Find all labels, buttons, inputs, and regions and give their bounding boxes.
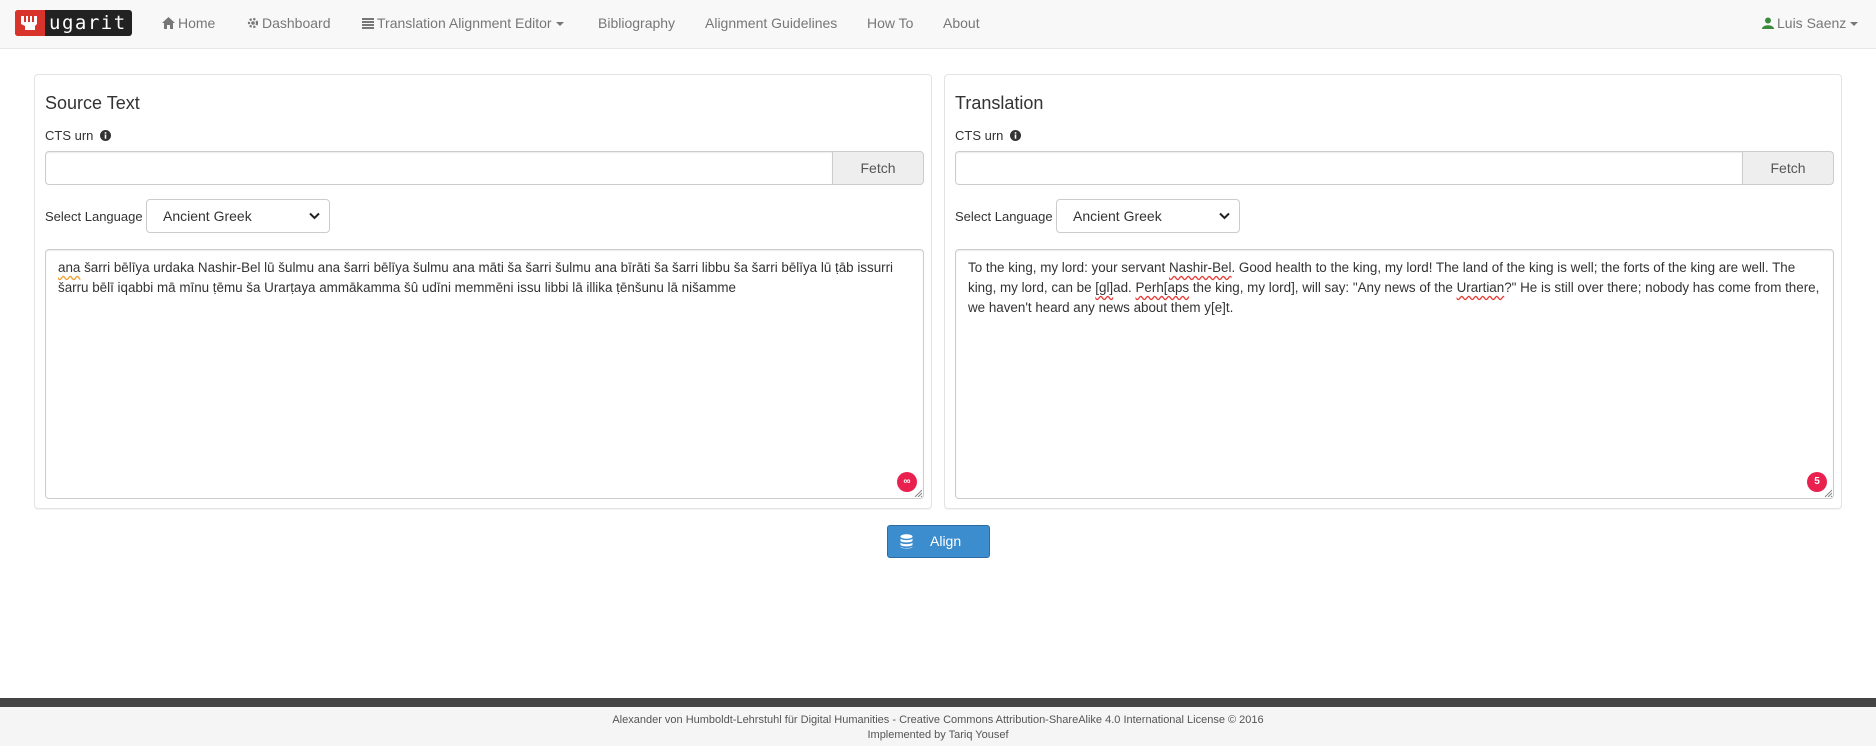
footer: Alexander von Humboldt-Lehrstuhl für Dig…	[0, 707, 1876, 746]
ugarit-glyph-icon	[21, 16, 37, 30]
source-urn-input[interactable]	[45, 151, 833, 185]
nav-translation-alignment-editor[interactable]: Translation Alignment Editor	[362, 0, 564, 46]
translation-panel: Translation CTS urn Fetch Select Languag…	[944, 74, 1842, 509]
database-icon	[900, 534, 913, 549]
nav-alignment-guidelines[interactable]: Alignment Guidelines	[705, 0, 837, 46]
source-language-select[interactable]: Ancient Greek	[146, 199, 330, 233]
translation-language-label: Select Language	[955, 209, 1053, 224]
align-button-label: Align	[930, 533, 962, 549]
translation-text-part: To the king, my lord: your servant	[968, 260, 1169, 275]
nav-translation-alignment-editor-label: Translation Alignment Editor	[377, 15, 552, 31]
ugarit-logo-mark	[15, 10, 45, 36]
translation-text-part: ad.	[1113, 280, 1136, 295]
chevron-down-icon	[309, 212, 320, 220]
ugarit-logo[interactable]: ugarit	[15, 10, 132, 36]
nav-bibliography[interactable]: Bibliography	[598, 0, 675, 46]
translation-urn-input[interactable]	[955, 151, 1743, 185]
user-icon	[1762, 17, 1774, 29]
nav-how-to[interactable]: How To	[867, 0, 913, 46]
source-urn-label-text: CTS urn	[45, 128, 94, 143]
footer-credit: Implemented by Tariq Yousef	[867, 729, 1009, 741]
chevron-down-icon	[1219, 212, 1230, 220]
resize-handle-icon[interactable]	[914, 489, 922, 497]
translation-urn-label: CTS urn	[955, 128, 1022, 143]
logo-text: ugarit	[49, 12, 127, 34]
top-navbar: ugarit Home Dashboard Translation Alignm…	[0, 0, 1876, 49]
footer-divider	[0, 698, 1876, 707]
nav-home-label: Home	[178, 15, 216, 31]
translation-fetch-button[interactable]: Fetch	[1742, 151, 1834, 185]
translation-language-value: Ancient Greek	[1073, 208, 1162, 224]
nav-alignment-guidelines-label: Alignment Guidelines	[705, 15, 838, 31]
translation-urn-label-text: CTS urn	[955, 128, 1004, 143]
user-menu[interactable]: Luis Saenz	[1762, 0, 1859, 46]
translation-text-misspelled: Nashir-Bel	[1168, 260, 1232, 275]
translation-text-area[interactable]: To the king, my lord: your servant Nashi…	[955, 249, 1834, 499]
nav-about[interactable]: About	[943, 0, 980, 46]
nav-home[interactable]: Home	[162, 0, 215, 46]
source-text-first-word: ana	[58, 260, 81, 275]
nav-bibliography-label: Bibliography	[598, 15, 676, 31]
translation-text-misspelled: Perh[aps	[1135, 280, 1190, 295]
gear-icon	[247, 17, 259, 29]
resize-handle-icon[interactable]	[1824, 489, 1832, 497]
translation-language-select[interactable]: Ancient Greek	[1056, 199, 1240, 233]
source-text-body: šarri bēlīya urdaka Nashir-Bel lū šulmu …	[58, 260, 894, 295]
info-icon[interactable]	[100, 130, 112, 141]
footer-license: Alexander von Humboldt-Lehrstuhl für Dig…	[612, 714, 1264, 726]
source-language-value: Ancient Greek	[163, 208, 252, 224]
nav-dashboard-label: Dashboard	[262, 15, 331, 31]
chevron-down-icon	[1850, 22, 1859, 26]
nav-dashboard[interactable]: Dashboard	[247, 0, 331, 46]
source-panel-title: Source Text	[45, 93, 140, 113]
source-text-area[interactable]: ana šarri bēlīya urdaka Nashir-Bel lū šu…	[45, 249, 924, 499]
translation-text-misspelled: Urartian	[1456, 280, 1505, 295]
source-urn-label: CTS urn	[45, 128, 112, 143]
source-language-label: Select Language	[45, 209, 143, 224]
translation-panel-title: Translation	[955, 93, 1044, 113]
home-icon	[162, 17, 175, 29]
translation-text-misspelled: [gl]	[1095, 280, 1114, 295]
align-button[interactable]: Align	[887, 525, 990, 558]
user-name: Luis Saenz	[1777, 15, 1847, 31]
source-text-panel: Source Text CTS urn Fetch Select Languag…	[34, 74, 932, 509]
nav-how-to-label: How To	[867, 15, 914, 31]
list-icon	[362, 18, 374, 29]
translation-text-part: the king, my lord], will say: "Any news …	[1189, 280, 1457, 295]
nav-about-label: About	[943, 15, 980, 31]
chevron-down-icon	[555, 22, 564, 26]
source-fetch-button[interactable]: Fetch	[832, 151, 924, 185]
info-icon[interactable]	[1010, 130, 1022, 141]
